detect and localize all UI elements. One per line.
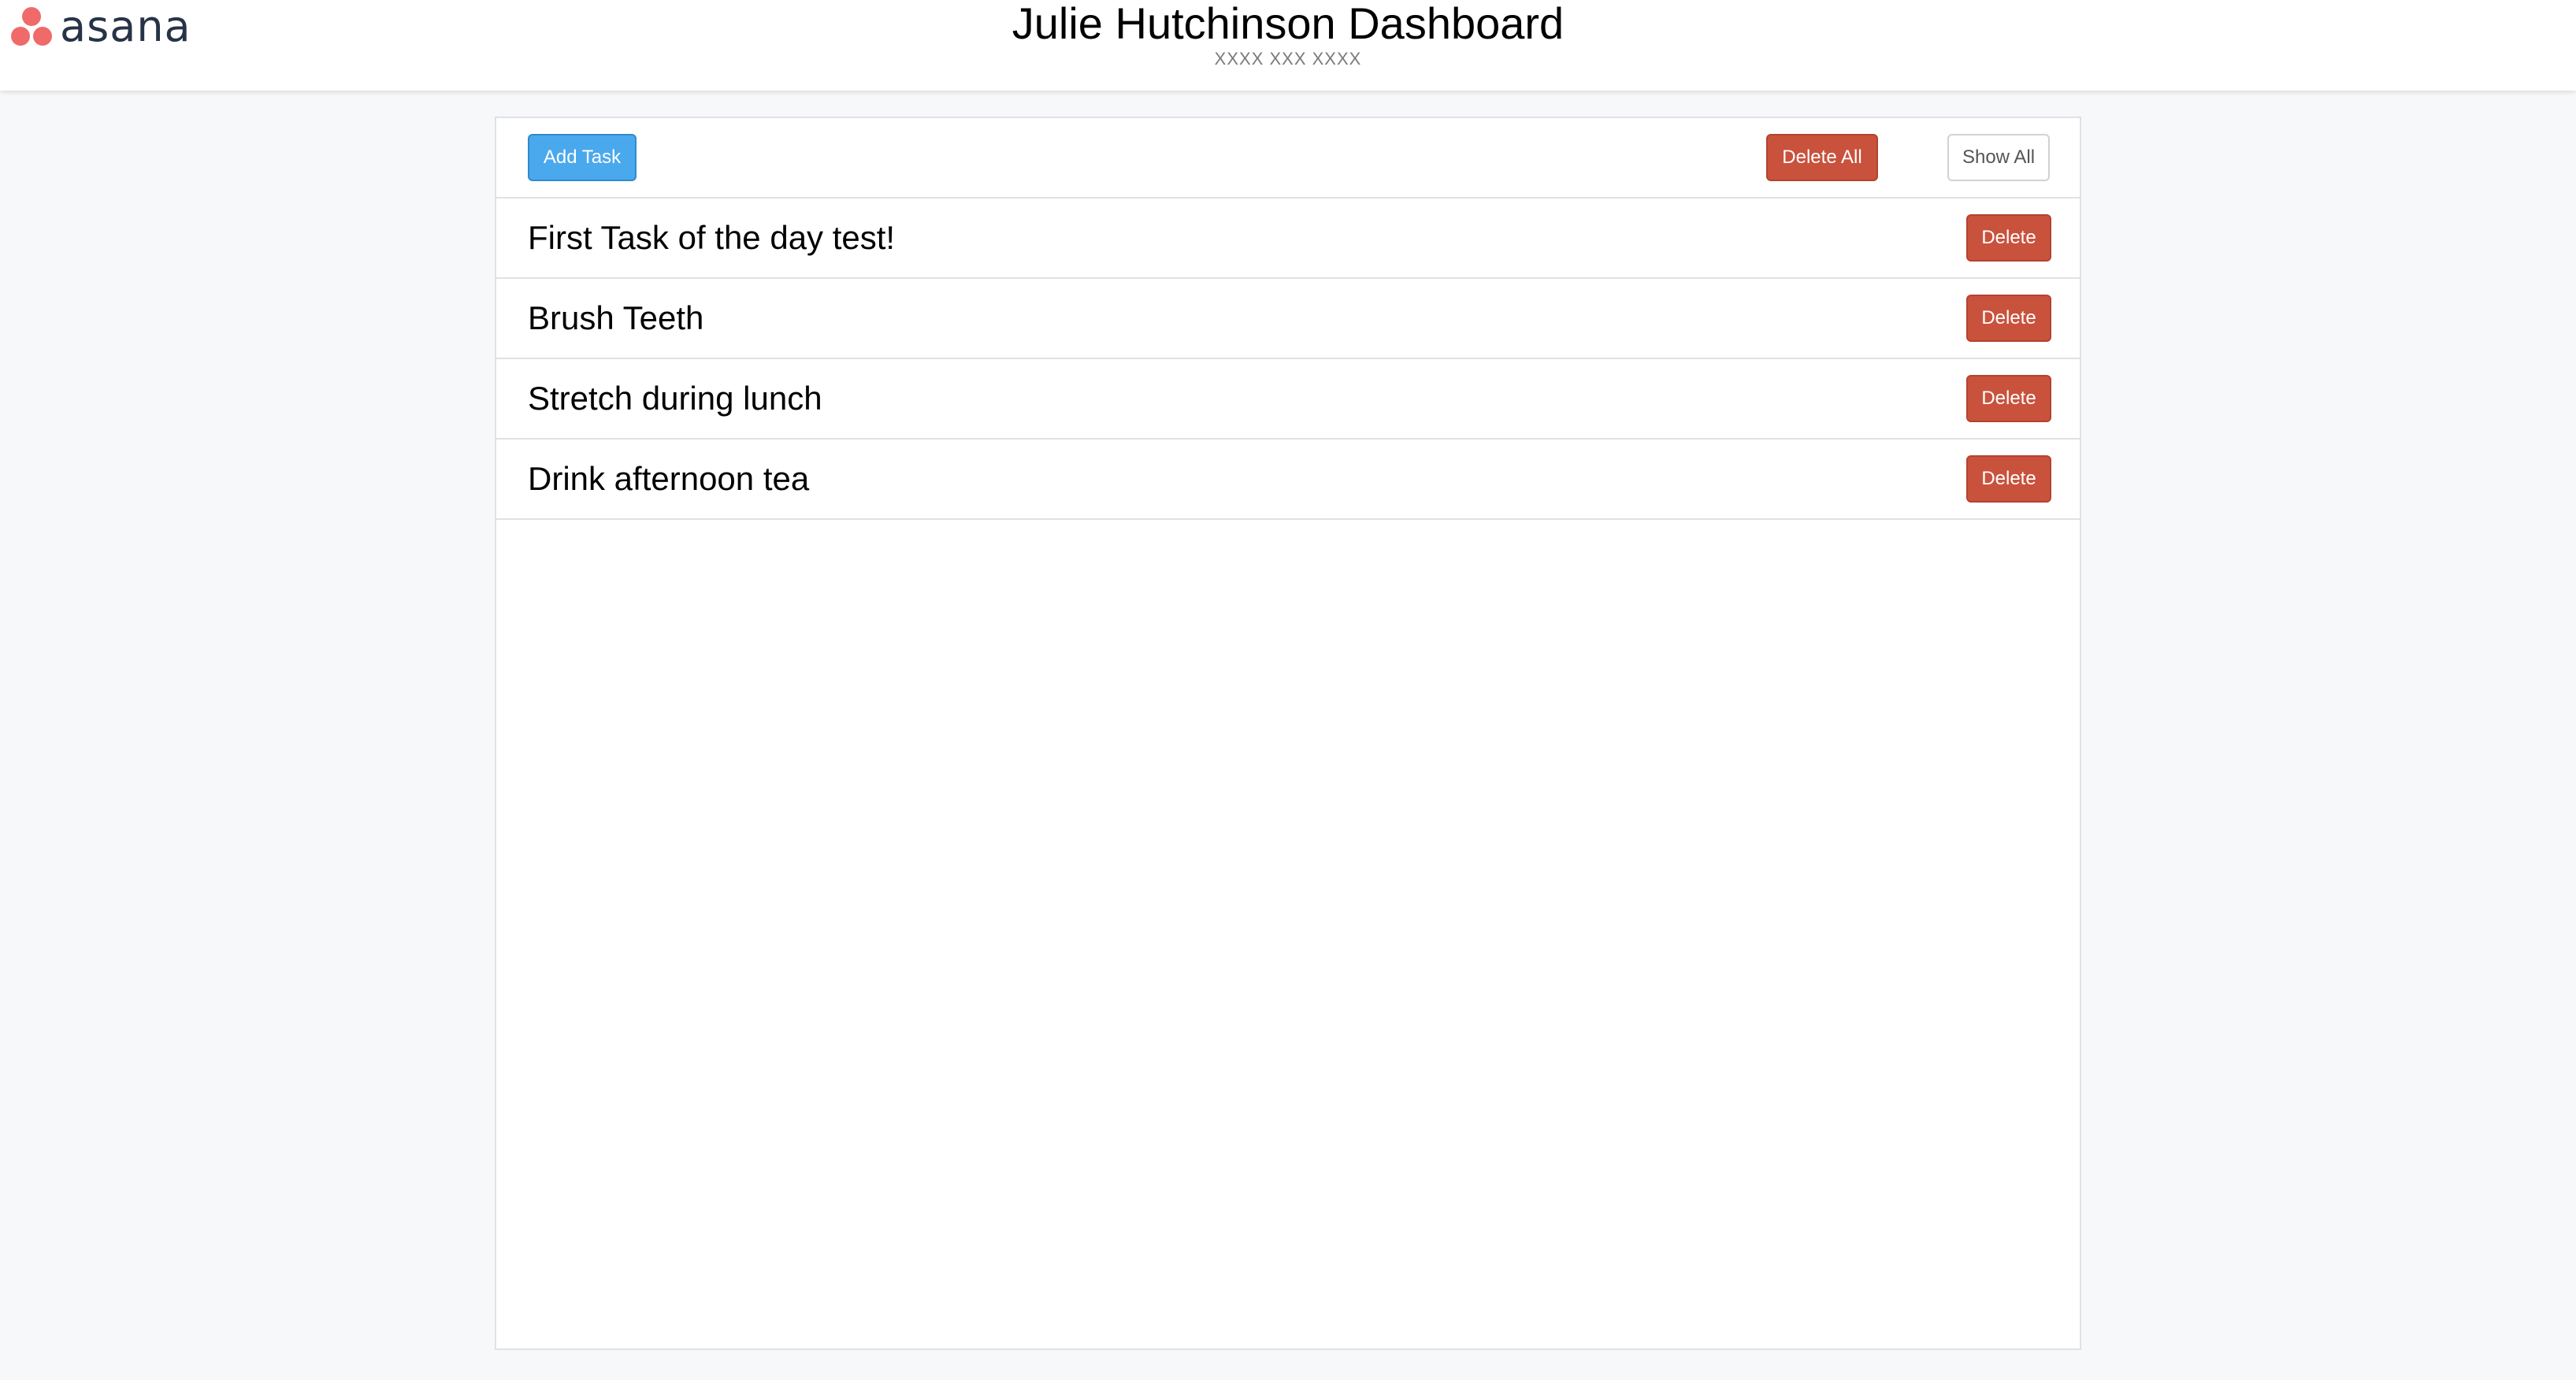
delete-all-button[interactable]: Delete All <box>1766 134 1878 181</box>
delete-task-button[interactable]: Delete <box>1966 455 2051 503</box>
page-subtitle: XXXX XXX XXXX <box>1214 49 1362 69</box>
task-text: Brush Teeth <box>528 299 704 336</box>
delete-task-button[interactable]: Delete <box>1966 295 2051 342</box>
page-title: Julie Hutchinson Dashboard <box>1011 0 1565 48</box>
task-toolbar: Add Task Delete All Show All <box>496 118 2080 198</box>
show-all-button[interactable]: Show All <box>1947 134 2050 181</box>
task-text: First Task of the day test! <box>528 219 896 256</box>
task-row: Brush Teeth Delete <box>496 279 2080 359</box>
task-row: Stretch during lunch Delete <box>496 359 2080 440</box>
task-row: Drink afternoon tea Delete <box>496 440 2080 520</box>
task-row: First Task of the day test! Delete <box>496 198 2080 279</box>
delete-task-button[interactable]: Delete <box>1966 214 2051 262</box>
delete-task-button[interactable]: Delete <box>1966 375 2051 422</box>
page-header: Julie Hutchinson Dashboard XXXX XXX XXXX <box>0 0 2576 69</box>
top-bar: asana Julie Hutchinson Dashboard XXXX XX… <box>0 0 2576 91</box>
task-panel: Add Task Delete All Show All First Task … <box>495 117 2081 1350</box>
add-task-button[interactable]: Add Task <box>528 134 637 181</box>
task-text: Stretch during lunch <box>528 380 822 417</box>
task-text: Drink afternoon tea <box>528 460 810 497</box>
